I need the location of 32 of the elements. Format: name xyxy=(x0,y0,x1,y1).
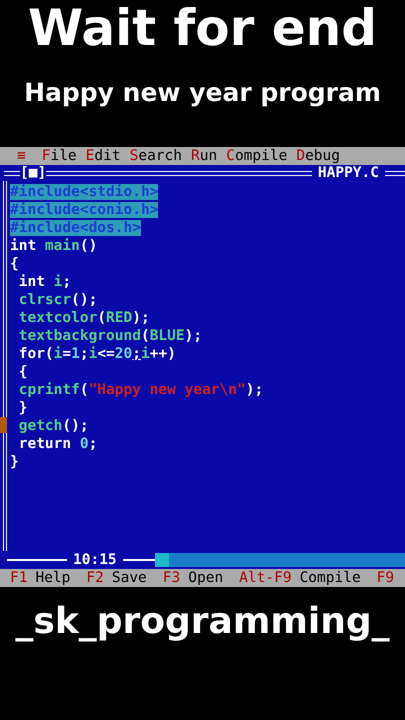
caption-title: Wait for end xyxy=(28,0,378,56)
code-line: int main() xyxy=(10,238,98,254)
menu-item[interactable]: Run xyxy=(191,148,218,164)
code-line: clrscr(); xyxy=(18,292,98,308)
code-line: textbackground(BLUE); xyxy=(18,328,202,344)
shortcut-label: Open xyxy=(188,570,224,586)
shortcut-label: Compile xyxy=(300,570,361,586)
code-line: } xyxy=(18,400,28,416)
file-name: HAPPY.C xyxy=(316,165,380,181)
code-line: { xyxy=(18,364,28,380)
code-line: getch(); xyxy=(18,418,89,434)
menu-item[interactable]: File xyxy=(42,148,77,164)
caption-subtitle: Happy new year program xyxy=(24,78,381,107)
code-line: cprintf("Happy new year\n"); xyxy=(18,382,264,398)
footer-handle: _sk_programming_ xyxy=(14,601,391,642)
code-line: textcolor(RED); xyxy=(18,310,150,326)
menu-item[interactable]: Debug xyxy=(296,148,340,164)
code-line: return 0; xyxy=(18,436,98,452)
shortcut-label: Save xyxy=(112,570,147,586)
code-line: } xyxy=(10,454,19,470)
menu-item[interactable]: Edit xyxy=(86,148,121,164)
close-box[interactable]: [■] xyxy=(20,165,46,181)
menu-item[interactable]: Compile xyxy=(226,148,288,164)
code-line: { xyxy=(10,256,19,272)
cursor-position: 10:15 xyxy=(72,552,118,568)
code-line: int i; xyxy=(18,274,72,290)
menu-item[interactable]: Search xyxy=(130,148,182,164)
scroll-left-icon[interactable] xyxy=(154,553,169,567)
scroll-marker xyxy=(0,417,7,433)
horizontal-scrollbar[interactable] xyxy=(154,553,405,567)
code-line: for(i=1;i<=20;i++) xyxy=(18,346,176,362)
shortcut-label: Help xyxy=(35,570,70,586)
